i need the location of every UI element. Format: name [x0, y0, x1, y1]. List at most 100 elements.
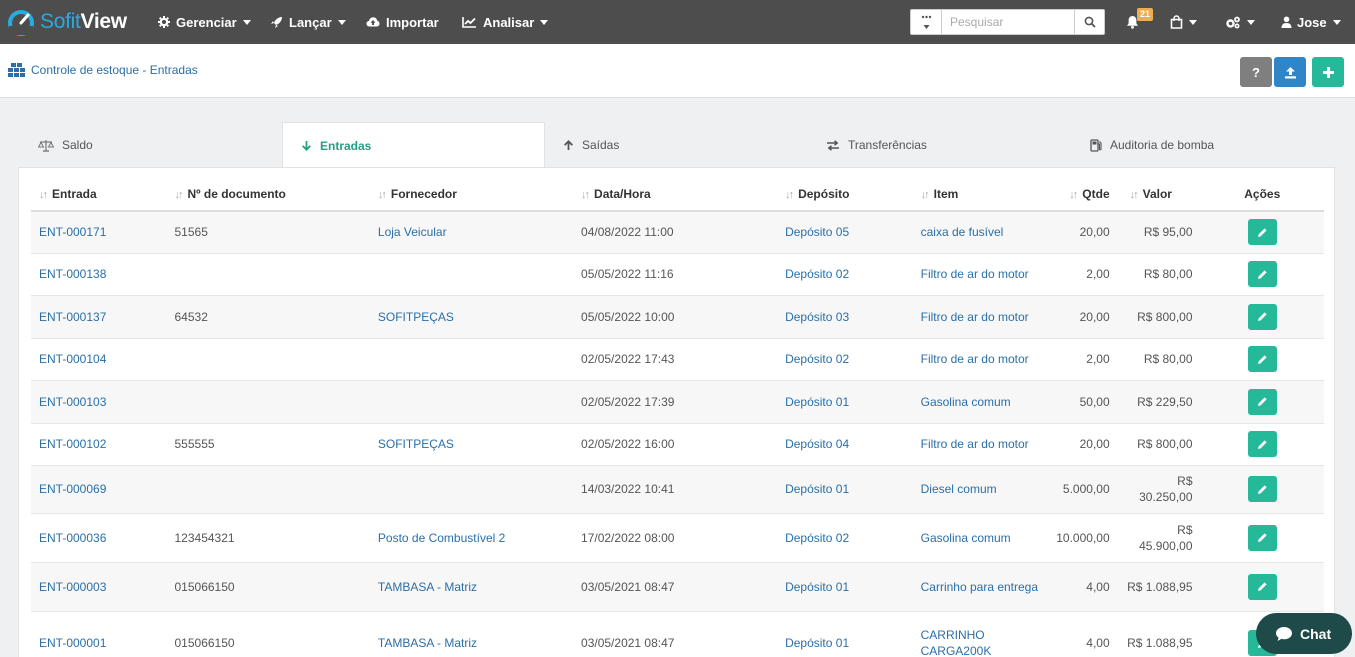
edit-button[interactable]: [1247, 573, 1277, 600]
nav-lancar[interactable]: Lançar: [270, 0, 346, 44]
notifications-button[interactable]: [1126, 0, 1139, 44]
tab-saidas-label: Saídas: [582, 138, 620, 152]
cell-deposito[interactable]: Depósito 02: [777, 252, 913, 295]
tab-saldo-label: Saldo: [62, 138, 93, 152]
cell-qtde: 5.000,00: [1048, 464, 1118, 513]
edit-button[interactable]: [1247, 346, 1277, 372]
page-header: Controle de estoque - Entradas ?: [0, 44, 1355, 98]
cell-fornecedor[interactable]: [369, 337, 574, 380]
cell-item[interactable]: Gasolina comum: [912, 512, 1049, 562]
cell-acoes: [1200, 337, 1324, 380]
search-button[interactable]: [1074, 10, 1104, 34]
cell-valor: R$ 80,00: [1117, 337, 1201, 380]
cell-item[interactable]: Filtro de ar do motor: [912, 422, 1049, 465]
cell-data: 02/05/2022 16:00: [573, 422, 778, 465]
add-entry-button[interactable]: [1312, 57, 1344, 87]
breadcrumb[interactable]: Controle de estoque - Entradas: [8, 63, 198, 77]
col-documento[interactable]: ↓↑ Nº de documento: [166, 177, 370, 212]
cell-item[interactable]: Gasolina comum: [912, 379, 1049, 423]
tab-saldo[interactable]: Saldo: [38, 122, 93, 168]
settings-menu[interactable]: [1225, 0, 1255, 44]
help-button[interactable]: ?: [1240, 57, 1272, 87]
cell-item[interactable]: Diesel comum: [912, 464, 1049, 513]
cell-entrada[interactable]: ENT-000138: [31, 252, 167, 295]
sort-icon: ↓↑: [377, 188, 387, 201]
cell-entrada[interactable]: ENT-000036: [31, 512, 167, 562]
col-fornecedor[interactable]: ↓↑ Fornecedor: [369, 177, 574, 212]
col-qtde[interactable]: ↓↑ Qtde: [1048, 177, 1118, 212]
edit-button[interactable]: [1247, 431, 1277, 457]
cell-documento: [166, 252, 370, 295]
speedometer-logo-icon: [8, 10, 34, 36]
cell-deposito[interactable]: Depósito 01: [777, 464, 913, 513]
edit-button[interactable]: [1247, 388, 1277, 415]
cell-entrada[interactable]: ENT-000003: [31, 561, 167, 611]
col-data-hora[interactable]: ↓↑ Data/Hora: [573, 177, 778, 212]
cell-entrada[interactable]: ENT-000069: [31, 464, 167, 513]
search-input[interactable]: [942, 10, 1074, 34]
cell-entrada[interactable]: ENT-000001: [31, 610, 167, 657]
tab-entradas[interactable]: Entradas: [282, 122, 545, 168]
nav-importar[interactable]: Importar: [366, 0, 439, 44]
cell-fornecedor[interactable]: [369, 379, 574, 423]
sort-icon: ↓↑: [920, 188, 930, 201]
chevron-down-icon: [540, 19, 549, 25]
cell-item[interactable]: Carrinho para entrega: [912, 561, 1049, 611]
shopping-bag-menu[interactable]: [1170, 0, 1197, 44]
edit-button[interactable]: [1247, 524, 1277, 551]
cell-item[interactable]: caixa de fusível: [912, 210, 1049, 253]
cell-deposito[interactable]: Depósito 01: [777, 379, 913, 423]
cell-qtde: 20,00: [1048, 210, 1118, 253]
cell-fornecedor[interactable]: Posto de Combustível 2: [369, 512, 574, 562]
cell-item[interactable]: CARRINHO CARGA200K: [912, 610, 1049, 657]
search-filter-toggle[interactable]: [911, 10, 942, 34]
cell-item[interactable]: Filtro de ar do motor: [912, 337, 1049, 380]
edit-button[interactable]: [1247, 261, 1277, 287]
search-icon: [1084, 16, 1096, 28]
cell-valor: R$ 45.900,00: [1117, 512, 1201, 562]
cell-entrada[interactable]: ENT-000103: [31, 379, 167, 423]
cell-fornecedor[interactable]: TAMBASA - Matriz: [369, 561, 574, 611]
cell-entrada[interactable]: ENT-000102: [31, 422, 167, 465]
cell-deposito[interactable]: Depósito 04: [777, 422, 913, 465]
nav-analisar[interactable]: Analisar: [462, 0, 549, 44]
tab-saidas[interactable]: Saídas: [563, 122, 619, 168]
cell-deposito[interactable]: Depósito 02: [777, 512, 913, 562]
cell-deposito[interactable]: Depósito 03: [777, 294, 913, 338]
edit-button[interactable]: [1247, 476, 1277, 502]
col-item[interactable]: ↓↑ Item: [912, 177, 1049, 212]
nav-gerenciar[interactable]: Gerenciar: [158, 0, 251, 44]
cell-valor: R$ 30.250,00: [1117, 464, 1201, 513]
cell-fornecedor[interactable]: SOFITPEÇAS: [369, 422, 574, 465]
cell-deposito[interactable]: Depósito 01: [777, 561, 913, 611]
cell-fornecedor[interactable]: SOFITPEÇAS: [369, 294, 574, 338]
sofitview-logo[interactable]: SofitView: [6, 8, 127, 36]
cell-fornecedor[interactable]: [369, 464, 574, 513]
tab-auditoria-label: Auditoria de bomba: [1110, 138, 1215, 152]
cell-deposito[interactable]: Depósito 01: [777, 610, 913, 657]
cell-deposito[interactable]: Depósito 02: [777, 337, 913, 380]
tab-transferencias[interactable]: Transferências: [826, 122, 927, 168]
cell-deposito[interactable]: Depósito 05: [777, 210, 913, 253]
chevron-down-icon: [1332, 19, 1341, 25]
edit-button[interactable]: [1247, 219, 1277, 246]
cell-item[interactable]: Filtro de ar do motor: [912, 294, 1049, 338]
col-deposito[interactable]: ↓↑ Depósito: [777, 177, 913, 212]
chat-button[interactable]: Chat: [1256, 613, 1352, 654]
export-button[interactable]: [1274, 57, 1306, 87]
cell-entrada[interactable]: ENT-000104: [31, 337, 167, 380]
cell-entrada[interactable]: ENT-000171: [31, 210, 167, 253]
col-valor[interactable]: ↓↑ Valor: [1117, 177, 1201, 212]
cell-fornecedor[interactable]: [369, 252, 574, 295]
cell-item[interactable]: Filtro de ar do motor: [912, 252, 1049, 295]
cell-data: 03/05/2021 08:47: [573, 561, 778, 611]
table-row: ENT-000069 14/03/2022 10:41 Depósito 01 Die…: [31, 464, 1324, 513]
col-entrada[interactable]: ↓↑ Entrada: [31, 177, 167, 212]
cell-fornecedor[interactable]: TAMBASA - Matriz: [369, 610, 574, 657]
cell-qtde: 50,00: [1048, 379, 1118, 423]
tab-auditoria-bomba[interactable]: Auditoria de bomba: [1090, 122, 1214, 168]
user-menu[interactable]: Jose: [1281, 0, 1341, 44]
cell-entrada[interactable]: ENT-000137: [31, 294, 167, 338]
cell-fornecedor[interactable]: Loja Veicular: [369, 210, 574, 253]
edit-button[interactable]: [1247, 303, 1277, 330]
